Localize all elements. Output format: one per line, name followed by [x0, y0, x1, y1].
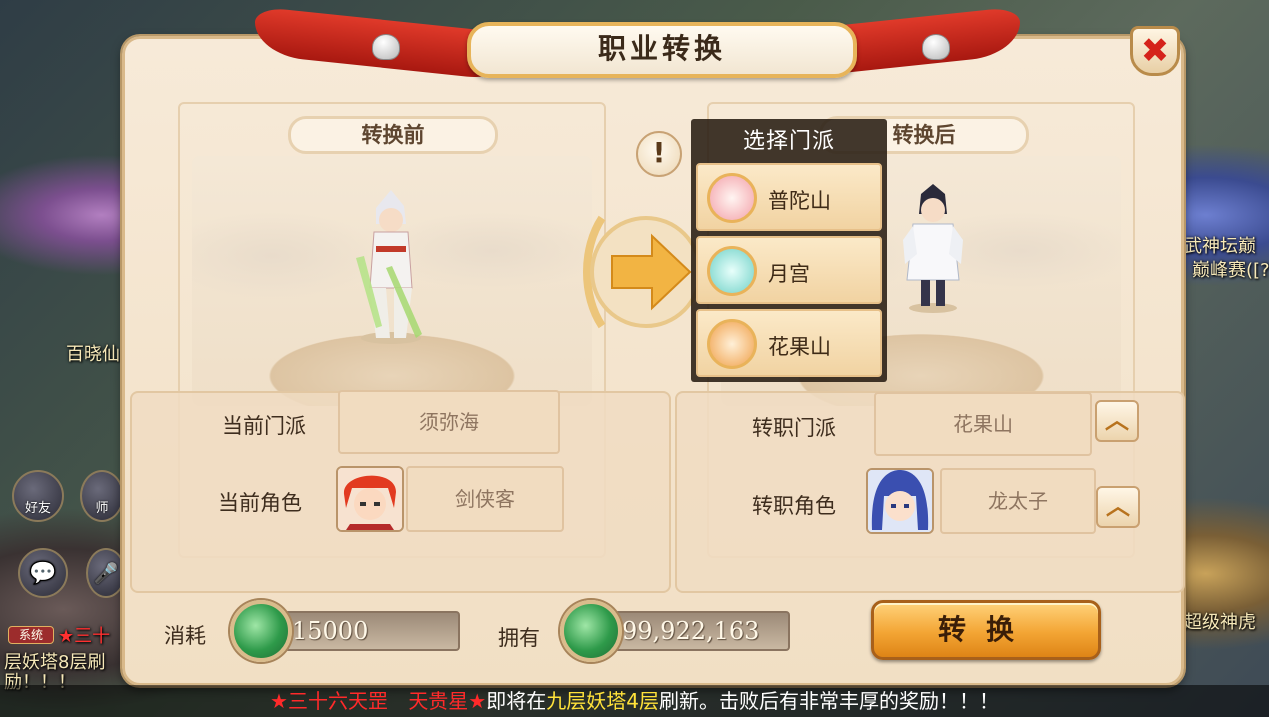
target-role-label: 转职角色: [752, 494, 836, 518]
consume-label: 消耗: [164, 624, 206, 648]
marquee-part: 即将在: [486, 689, 547, 713]
master-button[interactable]: 师: [80, 470, 124, 522]
sect-option-label: 月宫: [768, 262, 810, 286]
jade-currency-icon: [230, 600, 292, 662]
target-character-figure: [903, 184, 963, 313]
moon-palace-icon: [707, 246, 757, 296]
close-button[interactable]: ✖: [1130, 26, 1180, 76]
monkey-staff-icon: [707, 319, 757, 369]
friends-button[interactable]: 好友: [12, 470, 64, 522]
chat-icon[interactable]: 💬: [18, 548, 68, 598]
before-label: 转换前: [288, 116, 498, 154]
own-amount: 99,922,163: [614, 611, 790, 651]
voice-icon[interactable]: 🎤: [86, 548, 126, 598]
marquee-part: ★三十六天罡: [270, 689, 388, 713]
jade-currency-icon: [560, 600, 622, 662]
bg-pet-name: 超级神虎: [1184, 612, 1256, 633]
target-sect-field[interactable]: 花果山: [874, 392, 1092, 456]
target-role-avatar: [866, 468, 934, 534]
bell-icon: [372, 34, 400, 60]
bg-event-sub: 巅峰赛([?]: [1192, 260, 1269, 281]
bg-npc-name: 百晓仙: [66, 344, 120, 365]
dropdown-title: 选择门派: [742, 129, 835, 154]
sect-expand-button[interactable]: ︿: [1095, 400, 1139, 442]
current-character-figure: [356, 190, 422, 344]
system-tag: 系统: [8, 626, 54, 644]
target-sect-label: 转职门派: [752, 416, 836, 440]
current-role-label: 当前角色: [218, 491, 302, 515]
bg-event-title: 武神坛巅: [1184, 236, 1256, 257]
current-sect-field: 须弥海: [338, 390, 560, 454]
convert-arrow-icon: [583, 215, 702, 329]
own-label: 拥有: [498, 626, 540, 650]
friends-label: 好友: [24, 501, 51, 516]
info-button[interactable]: !: [636, 131, 682, 177]
consume-amount: 15000: [284, 611, 460, 651]
target-role-field[interactable]: 龙太子: [940, 468, 1096, 534]
sect-option-label: 花果山: [768, 335, 831, 359]
current-sect-label: 当前门派: [222, 414, 306, 438]
convert-button[interactable]: 转换: [871, 600, 1101, 660]
marquee-part: 刷新。击败后有非常丰厚的奖励！！！: [658, 689, 999, 713]
bell-icon: [922, 34, 950, 60]
sect-dropdown: 选择门派 普陀山 月宫 花果山: [691, 119, 887, 382]
sect-option-label: 普陀山: [768, 189, 831, 213]
current-role-avatar: [336, 466, 404, 532]
sect-option-putuo[interactable]: 普陀山: [696, 163, 882, 231]
lotus-icon: [707, 173, 757, 223]
master-label: 师: [95, 501, 109, 516]
current-role-field: 剑侠客: [406, 466, 564, 532]
marquee-part: 天贵星★: [408, 689, 487, 713]
sect-option-huaguo[interactable]: 花果山: [696, 309, 882, 377]
bg-system-text: ★三十: [58, 626, 111, 647]
role-expand-button[interactable]: ︿: [1096, 486, 1140, 528]
announcement-marquee: ★三十六天罡 天贵星★即将在九层妖塔4层刷新。击败后有非常丰厚的奖励！！！: [0, 685, 1269, 717]
sect-option-yuegong[interactable]: 月宫: [696, 236, 882, 304]
marquee-part: 九层妖塔4层: [546, 689, 659, 713]
panel-title: 职业转换: [467, 22, 857, 78]
